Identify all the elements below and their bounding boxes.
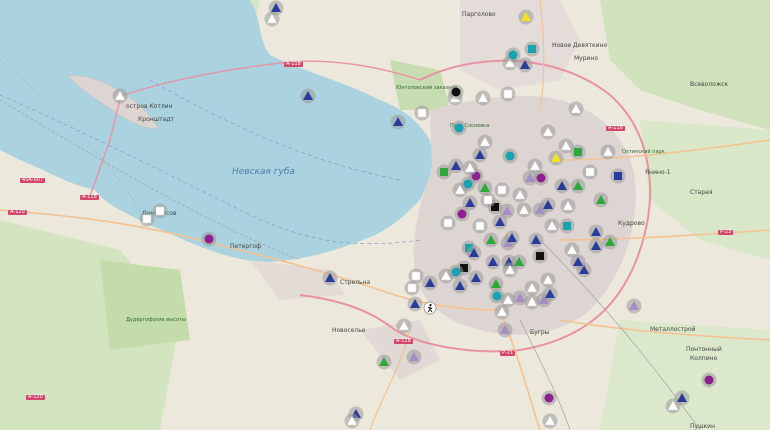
poi-marker-black-square[interactable] (532, 248, 548, 264)
poi-marker-white-square[interactable] (408, 268, 424, 284)
poi-marker-teal-circle[interactable] (505, 47, 521, 63)
poi-marker-white-square[interactable] (582, 164, 598, 180)
poi-marker-navy-triangle[interactable] (466, 245, 482, 261)
poi-marker-white-triangle[interactable] (512, 187, 528, 203)
poi-marker-white-triangle[interactable] (112, 88, 128, 104)
marker-layer (112, 0, 717, 429)
poi-marker-white-square[interactable] (500, 86, 516, 102)
poi-marker-white-triangle[interactable] (568, 101, 584, 117)
poi-marker-white-triangle[interactable] (477, 134, 493, 150)
poi-marker-lavender-triangle[interactable] (512, 290, 528, 306)
poi-marker-lavender-triangle[interactable] (406, 349, 422, 365)
poi-marker-white-triangle[interactable] (462, 160, 478, 176)
poi-marker-green-triangle[interactable] (488, 276, 504, 292)
poi-marker-white-triangle[interactable] (542, 413, 558, 429)
poi-marker-lavender-triangle[interactable] (497, 322, 513, 338)
poi-marker-navy-triangle[interactable] (468, 270, 484, 286)
poi-marker-teal-circle[interactable] (502, 148, 518, 164)
poi-marker-white-triangle[interactable] (560, 198, 576, 214)
poi-marker-navy-triangle[interactable] (554, 178, 570, 194)
poi-marker-white-square[interactable] (440, 215, 456, 231)
poi-marker-navy-triangle[interactable] (407, 296, 423, 312)
poi-marker-white-triangle[interactable] (524, 280, 540, 296)
poi-marker-navy-triangle[interactable] (540, 197, 556, 213)
poi-marker-purple-circle[interactable] (533, 170, 549, 186)
poi-marker-white-square[interactable] (494, 182, 510, 198)
poi-marker-navy-triangle[interactable] (504, 230, 520, 246)
poi-marker-yellow-triangle[interactable] (548, 150, 564, 166)
poi-marker-navy-triangle[interactable] (472, 147, 488, 163)
poi-marker-yellow-triangle[interactable] (518, 9, 534, 25)
poi-marker-navy-triangle[interactable] (485, 254, 501, 270)
poi-marker-white-triangle[interactable] (540, 124, 556, 140)
poi-marker-white-triangle[interactable] (600, 144, 616, 160)
poi-marker-green-triangle[interactable] (511, 254, 527, 270)
poi-marker-green-triangle[interactable] (602, 234, 618, 250)
poi-marker-green-triangle[interactable] (593, 192, 609, 208)
poi-marker-white-triangle[interactable] (564, 242, 580, 258)
poi-marker-white-square[interactable] (139, 211, 155, 227)
poi-marker-white-triangle[interactable] (516, 202, 532, 218)
poi-marker-navy-triangle[interactable] (674, 390, 690, 406)
poi-marker-teal-circle[interactable] (451, 120, 467, 136)
poi-marker-teal-square[interactable] (524, 41, 540, 57)
pedestrian-icon[interactable] (423, 301, 437, 315)
poi-marker-white-triangle[interactable] (540, 272, 556, 288)
poi-marker-green-triangle[interactable] (477, 180, 493, 196)
poi-marker-white-triangle[interactable] (475, 90, 491, 106)
poi-marker-navy-triangle[interactable] (452, 278, 468, 294)
poi-marker-teal-square[interactable] (559, 218, 575, 234)
poi-marker-navy-square[interactable] (610, 168, 626, 184)
poi-marker-green-triangle[interactable] (483, 232, 499, 248)
poi-marker-navy-triangle[interactable] (588, 238, 604, 254)
map-view[interactable]: Невская губа Кронштадт остров Котлин Пар… (0, 0, 770, 430)
poi-marker-purple-circle[interactable] (701, 372, 717, 388)
poi-marker-navy-triangle[interactable] (268, 0, 284, 16)
poi-marker-navy-triangle[interactable] (542, 286, 558, 302)
poi-marker-white-square[interactable] (414, 105, 430, 121)
poi-marker-navy-triangle[interactable] (517, 57, 533, 73)
poi-marker-navy-triangle[interactable] (322, 270, 338, 286)
poi-marker-green-square[interactable] (570, 144, 586, 160)
poi-marker-navy-triangle[interactable] (588, 224, 604, 240)
poi-marker-white-triangle[interactable] (544, 218, 560, 234)
poi-marker-white-square[interactable] (152, 203, 168, 219)
poi-marker-black-circle[interactable] (448, 84, 464, 100)
poi-marker-green-square[interactable] (436, 164, 452, 180)
poi-marker-white-square[interactable] (472, 218, 488, 234)
poi-marker-white-triangle[interactable] (344, 413, 360, 429)
poi-marker-white-triangle[interactable] (396, 318, 412, 334)
poi-marker-purple-circle[interactable] (201, 231, 217, 247)
poi-marker-purple-circle[interactable] (541, 390, 557, 406)
poi-marker-navy-triangle[interactable] (390, 114, 406, 130)
poi-marker-green-triangle[interactable] (570, 178, 586, 194)
poi-marker-teal-circle[interactable] (448, 264, 464, 280)
poi-marker-navy-triangle[interactable] (462, 195, 478, 211)
poi-marker-navy-triangle[interactable] (300, 88, 316, 104)
poi-marker-lavender-triangle[interactable] (626, 298, 642, 314)
poi-marker-navy-triangle[interactable] (422, 275, 438, 291)
poi-marker-navy-triangle[interactable] (528, 232, 544, 248)
poi-marker-green-triangle[interactable] (376, 354, 392, 370)
